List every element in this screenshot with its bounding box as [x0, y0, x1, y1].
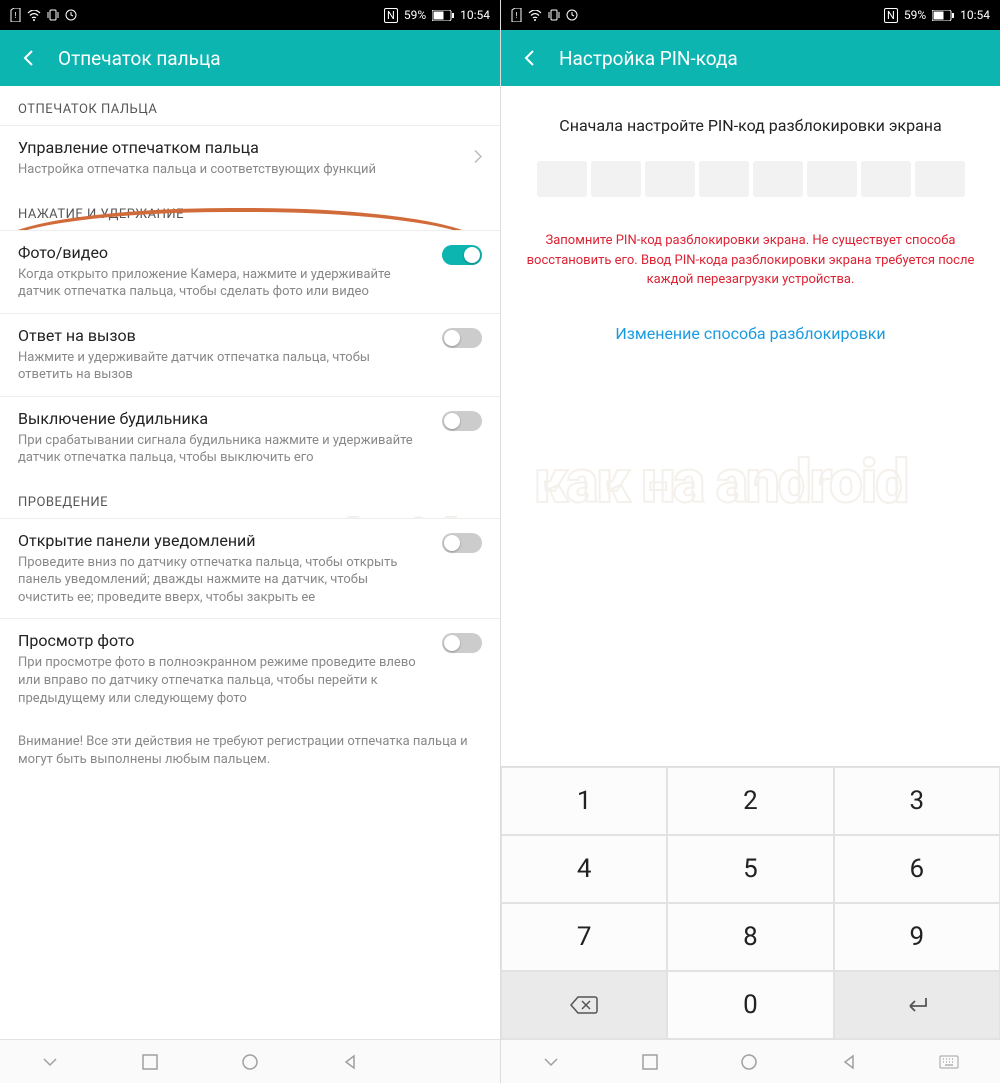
back-icon[interactable] [519, 48, 539, 68]
toggle-browse-photos[interactable] [442, 633, 482, 653]
nav-hide-icon[interactable] [41, 1053, 59, 1071]
toggle-answer-call[interactable] [442, 328, 482, 348]
page-title: Отпечаток пальца [58, 47, 221, 70]
change-unlock-method-link[interactable]: Изменение способа разблокировки [519, 324, 982, 343]
status-bar: ! N 59% 10:54 [0, 0, 500, 30]
back-icon[interactable] [18, 48, 38, 68]
item-manage-fingerprint[interactable]: Управление отпечатком пальца Настройка о… [0, 125, 500, 191]
header: Настройка PIN-кода [501, 30, 1000, 86]
wifi-icon [528, 10, 542, 21]
section-swipe: ПРОВЕДЕНИЕ [0, 479, 500, 518]
item-alarm-off[interactable]: Выключение будильника При срабатывании с… [0, 396, 500, 479]
header: Отпечаток пальца [0, 30, 500, 86]
nav-back-icon[interactable] [841, 1054, 857, 1070]
battery-icon [432, 10, 454, 21]
pin-prompt: Сначала настройте PIN-код разблокировки … [519, 116, 982, 135]
page-title: Настройка PIN-кода [559, 47, 738, 70]
section-press-hold: НАЖАТИЕ И УДЕРЖАНИЕ [0, 191, 500, 230]
key-6[interactable]: 6 [834, 835, 1000, 903]
key-3[interactable]: 3 [834, 767, 1000, 835]
pin-warning: Запомните PIN-код разблокировки экрана. … [519, 231, 982, 290]
nav-bar [501, 1039, 1000, 1083]
battery-icon [932, 10, 954, 21]
key-9[interactable]: 9 [834, 903, 1000, 971]
screen-fingerprint: ! N 59% 10:54 Отпечаток пальца как на an… [0, 0, 500, 1083]
item-answer-call[interactable]: Ответ на вызов Нажмите и удерживайте дат… [0, 313, 500, 396]
sim-icon: ! [10, 8, 21, 22]
nav-recent-icon[interactable] [142, 1054, 158, 1070]
nav-home-icon[interactable] [241, 1053, 259, 1071]
toggle-notification-panel[interactable] [442, 533, 482, 553]
item-browse-photos[interactable]: Просмотр фото При просмотре фото в полно… [0, 618, 500, 719]
enter-icon [904, 995, 930, 1015]
svg-text:!: ! [515, 11, 517, 20]
key-0[interactable]: 0 [667, 971, 833, 1039]
backspace-icon [570, 995, 598, 1015]
vibrate-icon [47, 9, 59, 21]
vibrate-icon [548, 9, 560, 21]
nav-keyboard-icon[interactable] [939, 1055, 959, 1069]
toggle-photo-video[interactable] [442, 245, 482, 265]
status-time: 10:54 [960, 8, 990, 22]
item-photo-video[interactable]: Фото/видео Когда открыто приложение Каме… [0, 230, 500, 313]
key-enter[interactable] [834, 971, 1000, 1039]
nav-hide-icon[interactable] [542, 1053, 560, 1071]
footer-note: Внимание! Все эти действия не требуют ре… [0, 719, 500, 783]
item-notification-panel[interactable]: Открытие панели уведомлений Проведите вн… [0, 518, 500, 619]
nfc-icon: N [384, 8, 398, 23]
status-time: 10:54 [460, 8, 490, 22]
key-8[interactable]: 8 [667, 903, 833, 971]
wifi-icon [27, 10, 41, 21]
nfc-icon: N [884, 8, 898, 23]
item-desc: Настройка отпечатка пальца и соответству… [18, 161, 482, 179]
section-fingerprint: ОТПЕЧАТОК ПАЛЬЦА [0, 86, 500, 125]
key-2[interactable]: 2 [667, 767, 833, 835]
screen-pin-setup: ! N 59% 10:54 Настройка PIN-кода как на … [500, 0, 1000, 1083]
nav-bar [0, 1039, 500, 1083]
nav-home-icon[interactable] [740, 1053, 758, 1071]
toggle-alarm-off[interactable] [442, 411, 482, 431]
clock-icon [65, 9, 77, 21]
key-1[interactable]: 1 [501, 767, 667, 835]
status-bar: ! N 59% 10:54 [501, 0, 1000, 30]
sim-icon: ! [511, 8, 522, 22]
nav-recent-icon[interactable] [642, 1054, 658, 1070]
key-7[interactable]: 7 [501, 903, 667, 971]
chevron-right-icon [474, 149, 482, 168]
item-title: Управление отпечатком пальца [18, 138, 482, 157]
battery-percent: 59% [904, 8, 926, 22]
svg-text:!: ! [14, 11, 16, 20]
numeric-keypad: 1 2 3 4 5 6 7 8 9 0 [501, 766, 1000, 1039]
clock-icon [566, 9, 578, 21]
key-5[interactable]: 5 [667, 835, 833, 903]
key-4[interactable]: 4 [501, 835, 667, 903]
pin-input[interactable] [519, 161, 982, 197]
nav-back-icon[interactable] [342, 1054, 358, 1070]
battery-percent: 59% [404, 8, 426, 22]
key-backspace[interactable] [501, 971, 667, 1039]
